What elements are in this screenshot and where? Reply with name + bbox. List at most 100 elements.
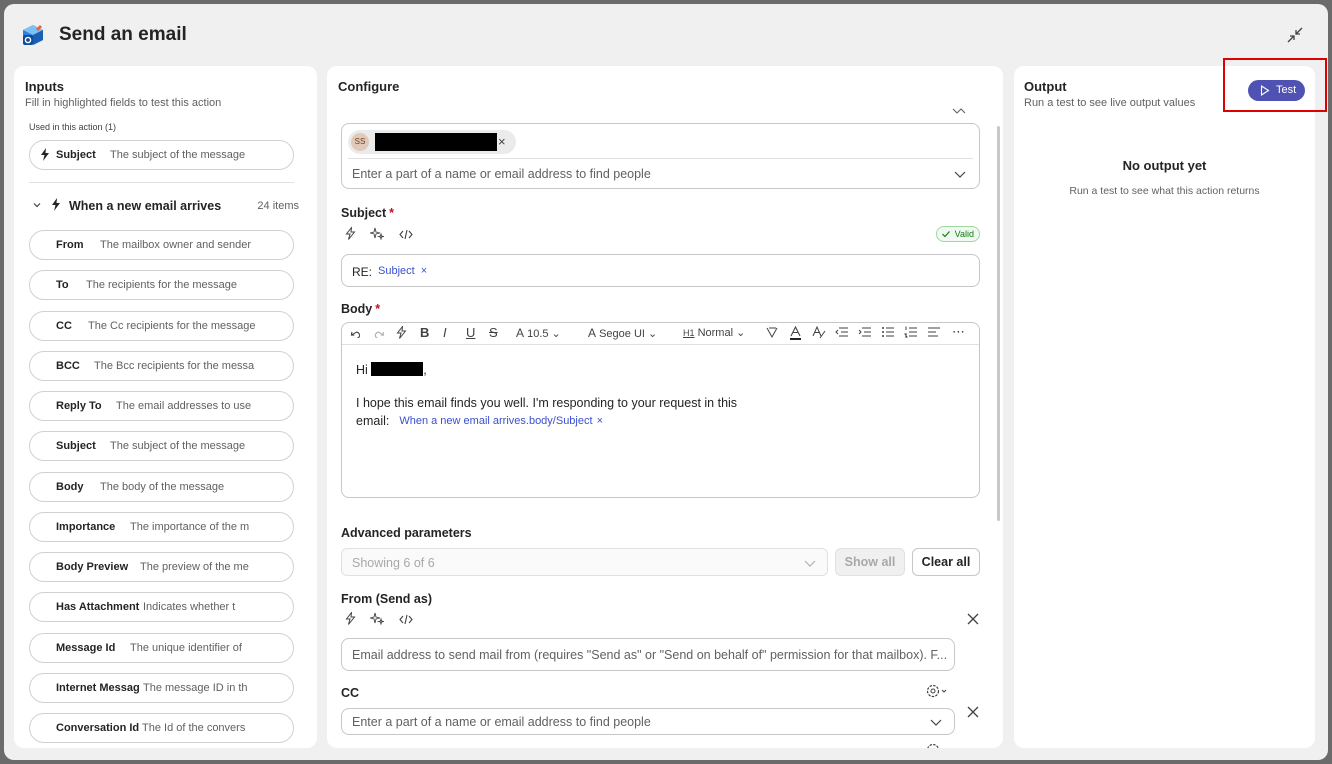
lightning-outline-icon[interactable] (345, 225, 356, 245)
group-when-new-email-arrives[interactable]: When a new email arrives 24 items (29, 196, 299, 218)
input-name: Message Id (56, 641, 116, 654)
empty-output-title: No output yet (1122, 158, 1207, 173)
body-editor[interactable]: B I U S A 10.5 ⌄ A Segoe UI ⌄ H1 Normal … (341, 322, 980, 498)
input-desc: The Id of the convers (142, 722, 246, 734)
input-name: Body (56, 480, 84, 493)
avatar: SS (351, 133, 369, 151)
subject-field[interactable]: RE: Subject × (341, 254, 980, 287)
input-desc: The unique identifier of (130, 641, 242, 654)
cc-search-input[interactable]: Enter a part of a name or email address … (352, 715, 651, 729)
input-item-cc[interactable]: CC The Cc recipients for the message (29, 310, 294, 341)
empty-output-subtitle: Run a test to see what this action retur… (1069, 185, 1260, 197)
highlight-icon[interactable] (766, 326, 779, 339)
input-name: Body Preview (56, 561, 129, 573)
input-name: Subject (56, 440, 96, 453)
input-name: Has Attachment (56, 601, 140, 614)
redo-icon[interactable] (373, 326, 385, 339)
remove-token-icon[interactable]: × (597, 415, 603, 427)
subject-label: Subject * (341, 206, 395, 220)
remove-token-icon[interactable]: × (421, 265, 427, 277)
inputs-title: Inputs (25, 79, 64, 94)
input-item-reply-to[interactable]: Reply To The email addresses to use (29, 391, 294, 421)
send-email-dialog: Send an email Inputs Fill in highlighted… (4, 4, 1328, 760)
body-token[interactable]: When a new email arrives.body/Subject × (399, 415, 603, 427)
input-item-to[interactable]: To The recipients for the message (29, 270, 294, 301)
group-label: When a new email arrives (69, 199, 222, 213)
sparkle-settings-icon[interactable] (952, 106, 966, 114)
undo-icon[interactable] (350, 326, 362, 339)
bold-icon[interactable]: B (420, 325, 429, 340)
bullet-list-icon[interactable] (881, 326, 895, 338)
input-item-subject[interactable]: Subject The subject of the message (29, 431, 294, 462)
input-item-from[interactable]: From The mailbox owner and sender (29, 230, 294, 260)
redacted-name (375, 133, 497, 151)
font-color-icon[interactable] (789, 326, 802, 341)
input-item-message-id[interactable]: Message Id The unique identifier of (29, 632, 294, 663)
input-name: Subject (56, 149, 96, 161)
input-desc: The recipients for the message (86, 279, 238, 292)
input-desc: Indicates whether t (143, 601, 236, 614)
advanced-parameters-label: Advanced parameters (341, 526, 472, 540)
input-item-body[interactable]: Body The body of the message (29, 471, 294, 502)
scrollbar[interactable] (997, 126, 1000, 521)
paragraph-style-dropdown[interactable]: H1 Normal ⌄ (683, 326, 745, 339)
body-line-1: I hope this email finds you well. I'm re… (356, 396, 738, 410)
remove-recipient-icon[interactable]: × (498, 134, 506, 149)
input-item-body-preview[interactable]: Body Preview The preview of the me (29, 552, 294, 582)
code-icon[interactable] (399, 227, 413, 245)
numbered-list-icon[interactable] (904, 326, 918, 338)
selection-marker (30, 143, 40, 167)
indent-icon[interactable] (858, 326, 872, 338)
gear-icon[interactable] (925, 683, 947, 699)
italic-icon[interactable]: I (443, 325, 447, 340)
used-input-subject[interactable]: Subject The subject of the message (29, 140, 294, 170)
clear-all-button[interactable]: Clear all (912, 548, 980, 576)
chevron-down-icon[interactable] (954, 169, 966, 179)
clear-format-icon[interactable] (812, 326, 826, 339)
advanced-parameters-dropdown[interactable]: Showing 6 of 6 (341, 548, 828, 576)
font-size-dropdown[interactable]: A 10.5 ⌄ (516, 326, 561, 340)
lightning-icon (41, 148, 49, 161)
cc-field[interactable]: Enter a part of a name or email address … (341, 708, 955, 735)
to-field[interactable]: SS × Enter a part of a name or email add… (341, 123, 980, 189)
heading-icon: H1 (683, 328, 695, 338)
sparkle-icon[interactable] (369, 227, 386, 245)
input-desc: The subject of the message (110, 440, 246, 453)
input-name: Conversation Id (56, 722, 140, 734)
gear-icon[interactable] (925, 742, 941, 748)
input-item-conversation-id[interactable]: Conversation Id The Id of the convers (29, 713, 294, 743)
more-options-icon[interactable]: ⋯ (952, 324, 965, 340)
cc-label: CC (341, 686, 360, 700)
input-item-internet-messag[interactable]: Internet Messag The message ID in th (29, 672, 294, 703)
sparkle-icon[interactable] (369, 612, 386, 630)
collapse-arrows-icon[interactable] (1284, 24, 1306, 46)
group-count: 24 items (257, 200, 299, 212)
recipient-chip[interactable]: SS × (348, 130, 516, 154)
outlook-cube-icon (23, 25, 43, 45)
input-desc: The importance of the m (130, 520, 250, 533)
to-search-input[interactable]: Enter a part of a name or email address … (352, 167, 651, 181)
align-left-icon[interactable] (927, 326, 941, 338)
from-send-as-input[interactable]: Email address to send mail from (require… (341, 638, 955, 671)
lightning-outline-icon[interactable] (396, 326, 407, 339)
remove-from-parameter-icon[interactable] (966, 612, 980, 626)
lightning-icon (52, 198, 60, 211)
input-desc: The email addresses to use (116, 400, 252, 412)
code-icon[interactable] (399, 612, 413, 630)
chevron-down-icon[interactable] (930, 717, 942, 727)
show-all-button[interactable]: Show all (835, 548, 905, 576)
input-name: Internet Messag (56, 681, 140, 694)
title-bar: Send an email (4, 4, 1328, 64)
underline-icon[interactable]: U (466, 325, 475, 340)
input-item-importance[interactable]: Importance The importance of the m (29, 511, 294, 542)
subject-token[interactable]: Subject × (378, 265, 427, 277)
outdent-icon[interactable] (835, 326, 849, 338)
font-family-dropdown[interactable]: A Segoe UI ⌄ (588, 326, 657, 340)
lightning-outline-icon[interactable] (345, 610, 356, 630)
remove-cc-parameter-icon[interactable] (966, 705, 980, 719)
input-item-has-attachment[interactable]: Has Attachment Indicates whether t (29, 592, 294, 623)
input-item-bcc[interactable]: BCC The Bcc recipients for the messa (29, 350, 294, 381)
chevron-down-icon (804, 560, 816, 567)
used-in-action-label: Used in this action (1) (29, 122, 117, 132)
strikethrough-icon[interactable]: S (489, 325, 498, 340)
